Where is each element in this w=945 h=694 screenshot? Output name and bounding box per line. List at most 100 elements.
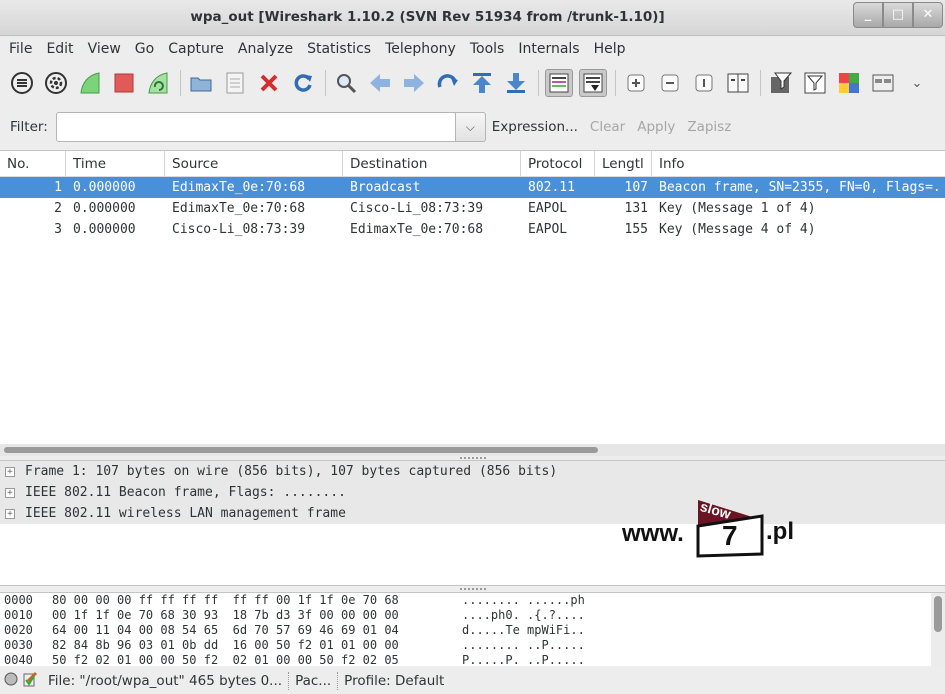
packet-length: 107 [624,180,648,195]
stop-capture-icon[interactable] [110,69,138,97]
hex-row: 0000 80 00 00 00 ff ff ff ff ff ff 00 1f… [0,593,945,608]
packet-destination: EdimaxTe_0e:70:68 [350,222,484,237]
more-icon[interactable]: ⌄ [903,69,931,97]
menu-statistics[interactable]: Statistics [300,41,378,57]
main-toolbar: ⌄ [0,64,945,102]
preferences-icon[interactable] [869,69,897,97]
packet-bytes[interactable]: 0000 80 00 00 00 ff ff ff ff ff ff 00 1f… [0,592,945,666]
window-titlebar[interactable]: wpa_out [Wireshark 1.10.2 (SVN Rev 51934… [0,0,945,36]
packet-length: 131 [624,201,648,216]
packet-protocol: EAPOL [528,201,568,216]
reload-icon[interactable] [289,69,317,97]
column-header-protocol[interactable]: Protocol [521,151,595,176]
resize-columns-icon[interactable] [724,69,752,97]
menu-analyze[interactable]: Analyze [231,41,300,57]
pane-splitter-handle[interactable] [460,588,486,591]
display-filters-icon[interactable] [801,69,829,97]
autoscroll-icon[interactable] [579,69,607,97]
packet-time: 0.000000 [73,180,136,195]
apply-button[interactable]: Apply [637,119,675,135]
window-controls: _ □ ✕ [853,2,943,28]
goto-icon[interactable] [434,69,462,97]
hex-bytes: 50 f2 02 01 00 00 50 f2 02 01 00 00 50 f… [52,653,399,666]
status-packets: Pac... [295,673,332,689]
details-tree-label: Frame 1: 107 bytes on wire (856 bits), 1… [25,464,558,479]
packet-row[interactable]: 2 0.000000 EdimaxTe_0e:70:68 Cisco-Li_08… [0,198,945,219]
hscrollbar-thumb[interactable] [4,447,598,453]
expression-button[interactable]: Expression... [492,119,578,135]
column-header-destination[interactable]: Destination [343,151,521,176]
close-file-icon[interactable] [255,69,283,97]
normal-size-icon[interactable] [690,69,718,97]
zoom-in-icon[interactable] [622,69,650,97]
expert-info-icon[interactable] [4,672,18,690]
save-icon[interactable] [221,69,249,97]
column-header-info[interactable]: Info [652,151,945,176]
packet-protocol: EAPOL [528,222,568,237]
menu-view[interactable]: View [81,41,128,57]
status-file: File: "/root/wpa_out" 465 bytes 0... [48,673,283,689]
packet-row[interactable]: 3 0.000000 Cisco-Li_08:73:39 EdimaxTe_0e… [0,219,945,240]
start-capture-icon[interactable] [76,69,104,97]
column-header-time[interactable]: Time [66,151,165,176]
save-filter-button[interactable]: Zapisz [687,119,731,135]
hex-ascii: ........ ......ph [462,593,585,607]
column-header-length[interactable]: Lengtl [595,151,652,176]
close-button[interactable]: ✕ [913,2,943,28]
menu-edit[interactable]: Edit [39,41,80,57]
packet-details[interactable]: + Frame 1: 107 bytes on wire (856 bits),… [0,460,945,586]
expand-icon[interactable]: + [5,487,15,498]
hex-bytes: 80 00 00 00 ff ff ff ff ff ff 00 1f 1f 0… [52,593,399,607]
menu-file[interactable]: File [2,41,39,57]
packet-list-hscrollbar[interactable] [0,444,945,456]
status-profile[interactable]: Profile: Default [344,673,444,689]
packet-row[interactable]: 1 0.000000 EdimaxTe_0e:70:68 Broadcast 8… [0,177,945,198]
window-title: wpa_out [Wireshark 1.10.2 (SVN Rev 51934… [190,9,665,25]
packet-list[interactable]: No. Time Source Destination Protocol Len… [0,150,945,444]
column-header-no[interactable]: No. [0,151,66,176]
expand-icon[interactable]: + [5,508,15,519]
menu-help[interactable]: Help [587,41,633,57]
restart-capture-icon[interactable] [144,69,172,97]
options-icon[interactable] [42,69,70,97]
forward-icon[interactable] [400,69,428,97]
minimize-button[interactable]: _ [853,2,883,28]
status-separator [337,672,339,690]
packet-bytes-vscrollbar[interactable] [931,593,945,666]
menu-telephony[interactable]: Telephony [378,41,463,57]
watermark-suffix: .pl [766,518,794,545]
open-icon[interactable] [187,69,215,97]
menu-internals[interactable]: Internals [511,41,586,57]
packet-source: EdimaxTe_0e:70:68 [172,180,306,195]
menu-capture[interactable]: Capture [161,41,231,57]
menu-go[interactable]: Go [128,41,161,57]
hex-offset: 0030 [4,638,33,652]
watermark-prefix: www. [622,520,684,547]
filter-input[interactable] [55,112,456,142]
hex-row: 0010 00 1f 1f 0e 70 68 30 93 18 7b d3 3f… [0,608,945,623]
first-packet-icon[interactable] [468,69,496,97]
colorize-icon[interactable] [545,69,573,97]
packet-info: Key (Message 1 of 4) [659,201,816,216]
column-header-source[interactable]: Source [165,151,343,176]
filter-dropdown-button[interactable]: ⌵ [455,112,486,142]
interfaces-icon[interactable] [8,69,36,97]
maximize-button[interactable]: □ [883,2,913,28]
last-packet-icon[interactable] [502,69,530,97]
clear-button[interactable]: Clear [590,119,625,135]
capture-filters-icon[interactable] [767,69,795,97]
find-icon[interactable] [332,69,360,97]
details-tree-item[interactable]: + IEEE 802.11 wireless LAN management fr… [0,503,945,524]
packet-no: 2 [54,201,62,216]
capture-comment-icon[interactable] [22,671,38,691]
details-tree-item[interactable]: + Frame 1: 107 bytes on wire (856 bits),… [0,461,945,482]
expand-icon[interactable]: + [5,466,15,477]
watermark-number: 7 [722,520,738,551]
back-icon[interactable] [366,69,394,97]
coloring-rules-icon[interactable] [835,69,863,97]
packet-no: 3 [54,222,62,237]
zoom-out-icon[interactable] [656,69,684,97]
details-tree-item[interactable]: + IEEE 802.11 Beacon frame, Flags: .....… [0,482,945,503]
vscrollbar-thumb[interactable] [934,596,942,632]
menu-tools[interactable]: Tools [463,41,512,57]
